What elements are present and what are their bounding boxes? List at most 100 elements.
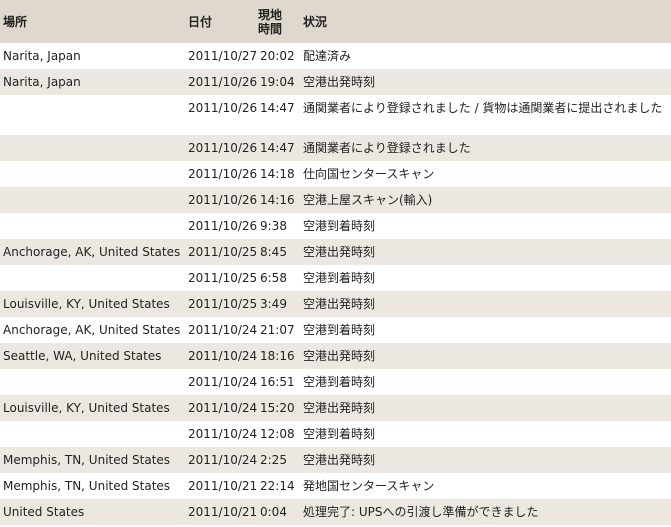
header-location: 場所 [3,14,28,29]
row-date-cell: 2011/10/26 [188,167,258,181]
table-row: Memphis, TN, United States 2011/10/24 2:25… [0,447,671,473]
header-local-time: 現地 時間 [258,0,300,43]
table-row: 2011/10/25 6:58 空港到着時刻 [0,265,671,291]
row-location-cell: Narita, Japan [3,75,81,89]
row-time-cell: 18:16 [260,349,295,363]
row-date-cell: 2011/10/24 [188,323,258,337]
row-location-cell [0,213,185,239]
row-location-cell [0,135,185,161]
row-location-cell: Anchorage, AK, United States [3,245,181,259]
row-location-cell: United States [3,505,85,519]
row-status-cell: 発地国センタースキャン [303,479,435,493]
row-date-cell: 2011/10/24 [188,453,258,467]
row-location-cell: Louisville, KY, United States [3,297,170,311]
table-row: United States 2011/10/21 0:04 処理完了: UPSへの引渡… [0,499,671,525]
row-time-cell: 14:18 [260,167,295,181]
row-date-cell: 2011/10/25 [188,271,258,285]
tracking-history-table: 場所 日付 現地 時間 状況 Narita, Japan 2011/10/27 20… [0,0,671,525]
row-date-cell: 2011/10/24 [188,427,258,441]
table-row: 2011/10/24 16:51 空港到着時刻 [0,369,671,395]
row-time-cell: 15:20 [260,401,295,415]
row-time-cell: 21:07 [260,323,295,337]
row-date-cell: 2011/10/21 [188,479,258,493]
row-status-cell: 空港出発時刻 [303,245,376,259]
row-date-cell: 2011/10/26 [188,101,258,115]
row-date-cell: 2011/10/25 [188,297,258,311]
row-time-cell: 14:47 [260,141,295,155]
row-time-cell: 8:45 [260,245,287,259]
header-date: 日付 [188,14,213,29]
row-time-cell: 12:08 [260,427,295,441]
row-location-cell: Louisville, KY, United States [3,401,170,415]
row-location-cell: Seattle, WA, United States [3,349,162,363]
table-header: 場所 日付 現地 時間 状況 [0,0,671,43]
row-status-cell: 空港出発時刻 [303,297,376,311]
header-local-time-line1: 現地 [258,7,283,22]
row-location-cell [0,95,185,135]
row-status-cell: 空港出発時刻 [303,453,376,467]
row-status-cell: 空港到着時刻 [303,219,376,233]
row-status-cell: 空港到着時刻 [303,375,376,389]
row-time-cell: 14:47 [260,101,295,115]
row-status-cell: 空港出発時刻 [303,349,376,363]
row-time-cell: 19:04 [260,75,295,89]
row-date-cell: 2011/10/24 [188,349,258,363]
row-date-cell: 2011/10/26 [188,219,258,233]
header-status: 状況 [303,14,328,29]
table-body: Narita, Japan 2011/10/27 20:02 配達済み Narita, … [0,43,671,525]
row-time-cell: 20:02 [260,49,295,63]
table-row: 2011/10/26 14:18 仕向国センタースキャン [0,161,671,187]
row-date-cell: 2011/10/21 [188,505,258,519]
table-row: Anchorage, AK, United States 2011/10/25 8:… [0,239,671,265]
row-location-cell: Memphis, TN, United States [3,479,171,493]
table-row: 2011/10/26 14:47 通関業者により登録されました / 貨物は通関業者に… [0,95,671,135]
table-row: Narita, Japan 2011/10/27 20:02 配達済み [0,43,671,69]
row-status-cell: 通関業者により登録されました [303,141,471,155]
row-date-cell: 2011/10/26 [188,75,258,89]
row-status-cell: 処理完了: UPSへの引渡し準備ができました [303,505,539,519]
row-status-cell: 仕向国センタースキャン [303,167,435,181]
table-row: Louisville, KY, United States 2011/10/25 3… [0,291,671,317]
row-time-cell: 16:51 [260,375,295,389]
row-status-cell: 空港到着時刻 [303,427,376,441]
row-location-cell [0,161,185,187]
table-row: Memphis, TN, United States 2011/10/21 22:1… [0,473,671,499]
table-row: 2011/10/26 9:38 空港到着時刻 [0,213,671,239]
header-local-time-line2: 時間 [258,21,283,36]
row-status-cell: 通関業者により登録されました / 貨物は通関業者に提出されました [303,101,663,115]
table-row: Narita, Japan 2011/10/26 19:04 空港出発時刻 [0,69,671,95]
row-date-cell: 2011/10/25 [188,245,258,259]
row-status-cell: 空港到着時刻 [303,271,376,285]
row-time-cell: 2:25 [260,453,287,467]
table-row: 2011/10/26 14:47 通関業者により登録されました [0,135,671,161]
header-row: 場所 日付 現地 時間 状況 [0,0,671,43]
row-location-cell [0,421,185,447]
row-date-cell: 2011/10/26 [188,193,258,207]
row-status-cell: 空港出発時刻 [303,75,376,89]
row-time-cell: 9:38 [260,219,287,233]
row-location-cell: Anchorage, AK, United States [3,323,181,337]
row-time-cell: 0:04 [260,505,287,519]
row-time-cell: 3:49 [260,297,287,311]
row-status-cell: 空港出発時刻 [303,401,376,415]
row-status-cell: 空港到着時刻 [303,323,376,337]
table-row: Anchorage, AK, United States 2011/10/24 21… [0,317,671,343]
row-status-cell: 配達済み [303,49,352,63]
table-row: 2011/10/26 14:16 空港上屋スキャン(輸入) [0,187,671,213]
row-time-cell: 22:14 [260,479,295,493]
row-location-cell [0,369,185,395]
table-row: Louisville, KY, United States 2011/10/24 1… [0,395,671,421]
row-time-cell: 6:58 [260,271,287,285]
row-date-cell: 2011/10/24 [188,401,258,415]
row-location-cell: Narita, Japan [3,49,81,63]
row-time-cell: 14:16 [260,193,295,207]
table-row: Seattle, WA, United States 2011/10/24 18:1… [0,343,671,369]
row-date-cell: 2011/10/27 [188,49,258,63]
row-date-cell: 2011/10/26 [188,141,258,155]
table-row: 2011/10/24 12:08 空港到着時刻 [0,421,671,447]
row-location-cell: Memphis, TN, United States [3,453,171,467]
row-status-cell: 空港上屋スキャン(輸入) [303,193,433,207]
row-location-cell [0,265,185,291]
row-date-cell: 2011/10/24 [188,375,258,389]
row-location-cell [0,187,185,213]
